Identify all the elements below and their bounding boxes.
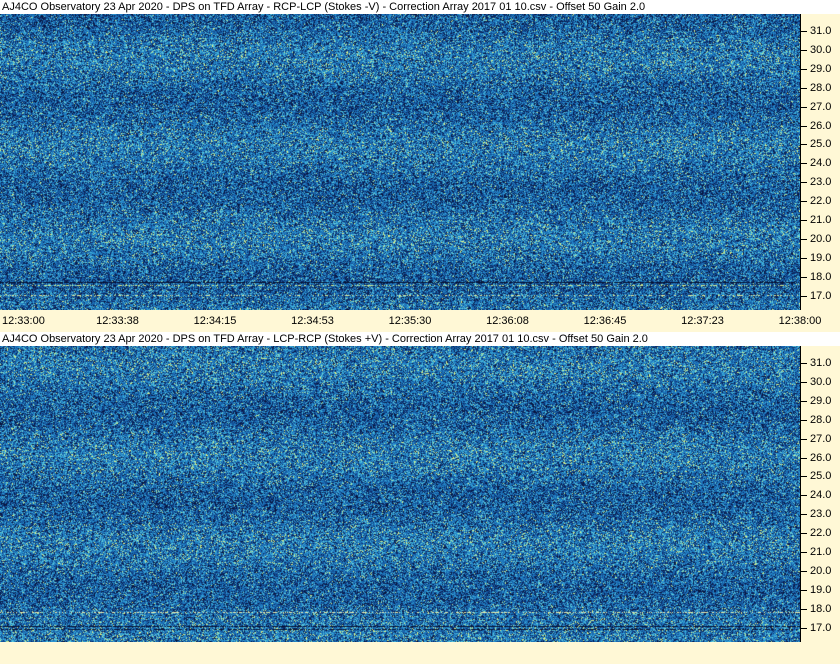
- frequency-tick: [801, 68, 807, 70]
- bottom-strip: [0, 642, 840, 664]
- frequency-label: 25.0: [810, 470, 832, 483]
- frequency-label: 26.0: [810, 451, 832, 464]
- frequency-label: 24.0: [810, 489, 832, 502]
- time-label: 12:36:08: [486, 315, 529, 327]
- frequency-tick: [801, 295, 807, 297]
- frequency-tick: [801, 608, 807, 610]
- panel-2-title: AJ4CO Observatory 23 Apr 2020 - DPS on T…: [0, 332, 840, 346]
- frequency-tick: [801, 125, 807, 127]
- frequency-tick: [801, 419, 807, 421]
- frequency-tick: [801, 257, 807, 259]
- frequency-tick: [801, 514, 807, 516]
- frequency-label: 29.0: [810, 62, 832, 75]
- frequency-label: 27.0: [810, 432, 832, 445]
- time-label: 12:34:53: [291, 315, 334, 327]
- panel-1-time-axis: 12:33:00 12:33:38 12:34:15 12:34:53 12:35:30…: [0, 313, 840, 329]
- time-label: 12:34:15: [193, 315, 237, 327]
- time-label: 12:36:45: [583, 315, 627, 327]
- frequency-label: 24.0: [810, 157, 832, 170]
- frequency-tick: [801, 457, 807, 459]
- frequency-label: 20.0: [810, 564, 832, 577]
- time-label: 12:38:00: [778, 315, 822, 327]
- frequency-tick: [801, 49, 807, 51]
- frequency-label: 30.0: [810, 375, 832, 388]
- time-label: 12:37:23: [681, 315, 724, 327]
- frequency-tick: [801, 570, 807, 572]
- frequency-tick: [801, 438, 807, 440]
- frequency-tick: [801, 381, 807, 383]
- frequency-label: 18.0: [810, 602, 832, 615]
- frequency-tick: [801, 476, 807, 478]
- time-label: 12:33:38: [96, 315, 139, 327]
- frequency-label: 23.0: [810, 176, 832, 189]
- frequency-label: 21.0: [810, 546, 832, 558]
- frequency-tick: [801, 87, 807, 89]
- time-label: 12:33:00: [2, 315, 45, 327]
- frequency-label: 19.0: [810, 251, 832, 264]
- frequency-tick: [801, 495, 807, 497]
- panel-1-frequency-axis: 31.0 30.0 29.0 28.0 27.0 26.0 25.0 24.0 23.0 22.0…: [800, 14, 840, 310]
- frequency-tick: [801, 552, 807, 553]
- frequency-tick: [801, 276, 807, 278]
- frequency-tick: [801, 363, 807, 364]
- frequency-label: 31.0: [810, 357, 832, 369]
- frequency-tick: [801, 201, 807, 203]
- frequency-label: 17.0: [810, 289, 832, 302]
- panel-2-frequency-axis: 31.0 30.0 29.0 28.0 27.0 26.0 25.0 24.0 23.0 22.0…: [800, 346, 840, 642]
- frequency-label: 26.0: [810, 119, 832, 132]
- time-label: 12:35:30: [388, 315, 432, 327]
- frequency-tick: [801, 182, 807, 184]
- frequency-label: 28.0: [810, 81, 832, 94]
- frequency-tick: [801, 627, 807, 629]
- frequency-tick: [801, 400, 807, 402]
- frequency-label: 28.0: [810, 413, 832, 426]
- frequency-label: 20.0: [810, 232, 832, 245]
- frequency-label: 29.0: [810, 394, 832, 407]
- frequency-tick: [801, 220, 807, 221]
- frequency-label: 23.0: [810, 508, 832, 521]
- frequency-label: 18.0: [810, 270, 832, 283]
- frequency-tick: [801, 589, 807, 591]
- frequency-label: 22.0: [810, 527, 832, 540]
- frequency-tick: [801, 31, 807, 32]
- frequency-label: 30.0: [810, 43, 832, 56]
- frequency-label: 17.0: [810, 621, 832, 634]
- frequency-tick: [801, 163, 807, 165]
- frequency-tick: [801, 106, 807, 108]
- frequency-label: 19.0: [810, 583, 832, 596]
- panel-1-spectrogram-canvas: [0, 14, 800, 310]
- panel-1-title: AJ4CO Observatory 23 Apr 2020 - DPS on T…: [0, 0, 840, 14]
- frequency-tick: [801, 533, 807, 535]
- frequency-label: 27.0: [810, 100, 832, 113]
- frequency-tick: [801, 144, 807, 146]
- panel-2-spectrogram-canvas: [0, 346, 800, 642]
- panel-1-spectrogram[interactable]: [0, 14, 800, 310]
- frequency-label: 25.0: [810, 138, 832, 151]
- frequency-label: 21.0: [810, 214, 832, 226]
- frequency-tick: [801, 238, 807, 240]
- panel-2-spectrogram[interactable]: [0, 346, 800, 642]
- frequency-label: 22.0: [810, 195, 832, 208]
- frequency-label: 31.0: [810, 25, 832, 37]
